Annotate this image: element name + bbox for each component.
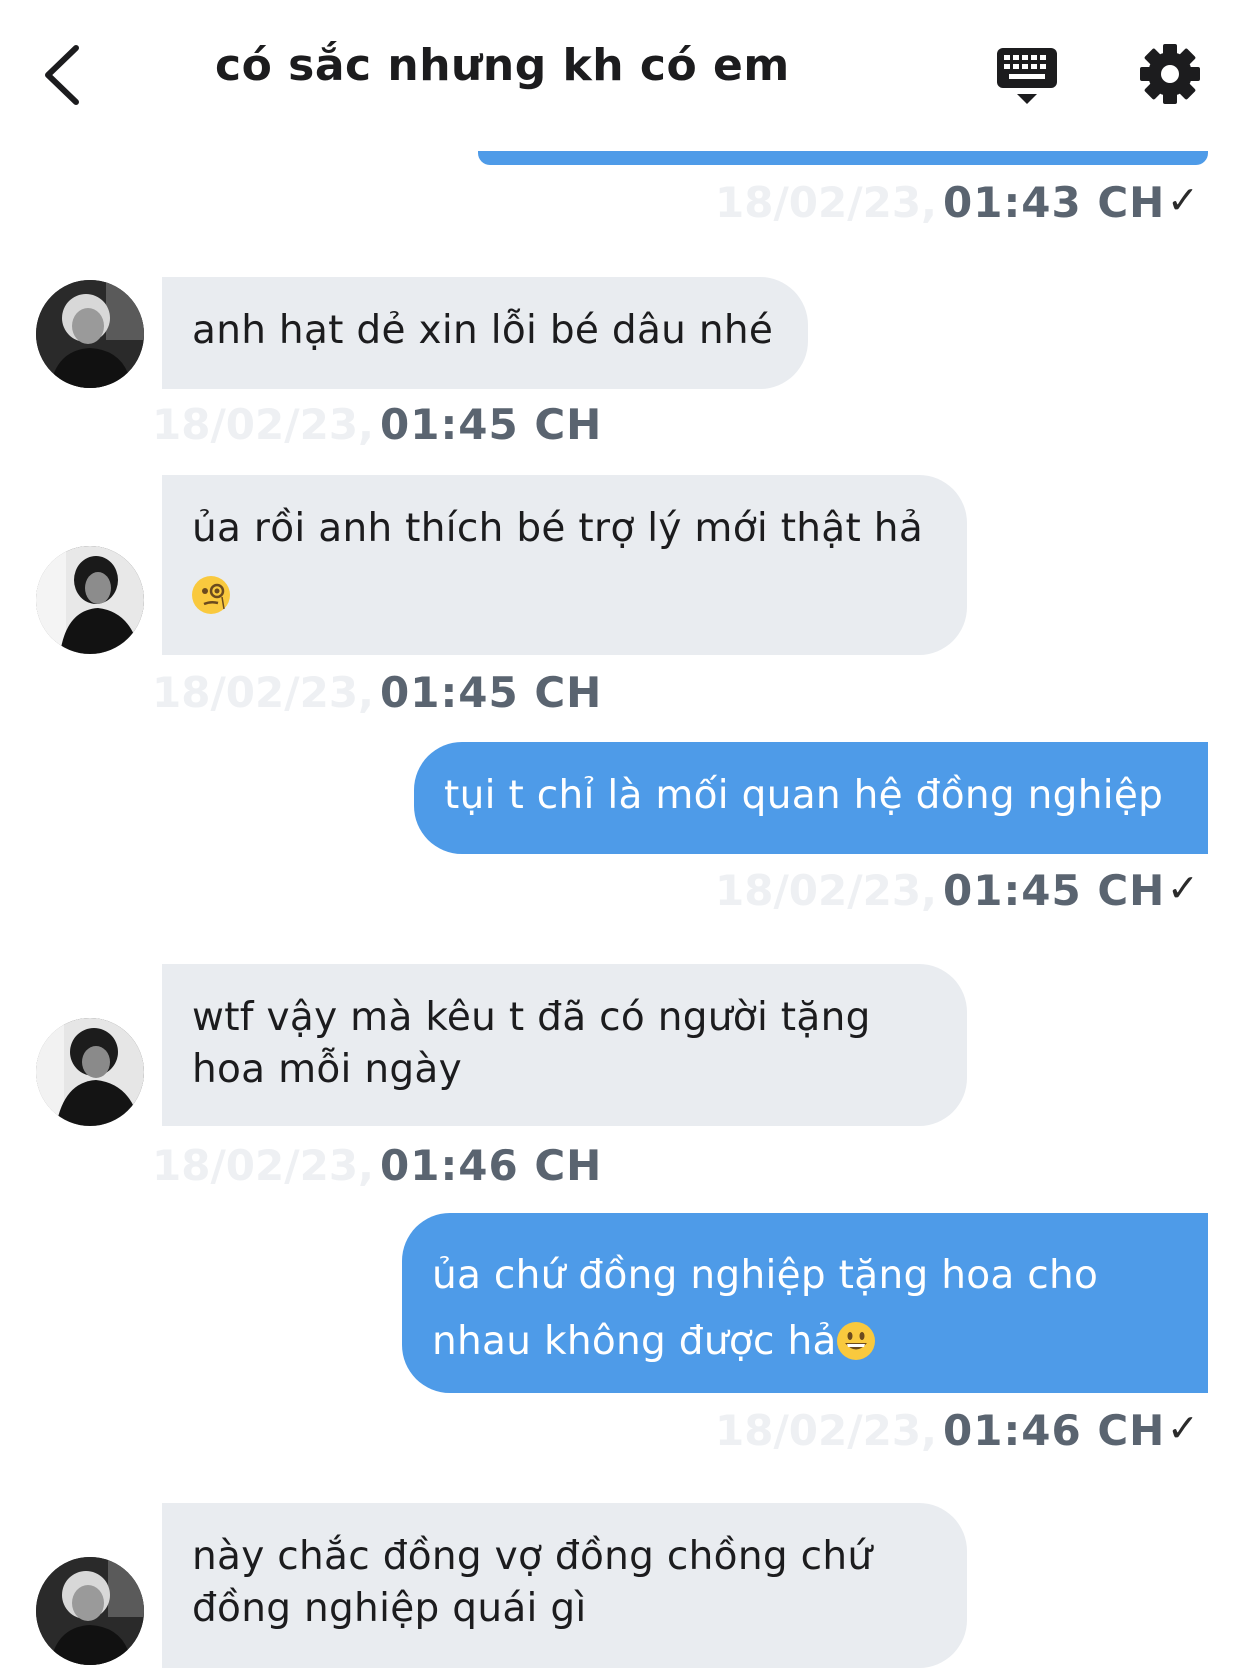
message-text: này chắc đồng vợ đồng chồng chứ	[192, 1534, 873, 1579]
message-time: 01:46 CH	[943, 1406, 1166, 1455]
avatar[interactable]	[36, 280, 144, 388]
outgoing-message-bubble[interactable]: ủa chứ đồng nghiệp tặng hoa cho nhau khô…	[402, 1213, 1208, 1393]
read-check-icon: ✓	[1167, 1406, 1199, 1450]
chat-header: có sắc nhưng kh có em	[0, 0, 1242, 150]
message-meta: 18/02/23, 01:43 CH ✓	[715, 178, 1199, 228]
message-date: 18/02/23,	[715, 178, 937, 227]
message-meta: 18/02/23, 01:45 CH ✓	[715, 866, 1199, 916]
message-date: 18/02/23,	[152, 668, 374, 717]
message-date: 18/02/23,	[152, 400, 374, 449]
message-text: nhau không được hả	[432, 1319, 837, 1364]
previous-message-bubble[interactable]	[478, 151, 1208, 165]
outgoing-message-bubble[interactable]: tụi t chỉ là mối quan hệ đồng nghiệp	[414, 742, 1208, 854]
incoming-message-bubble[interactable]: ủa rồi anh thích bé trợ lý mới thật hả	[162, 475, 967, 655]
incoming-message-bubble[interactable]: anh hạt dẻ xin lỗi bé dâu nhé	[162, 277, 808, 389]
avatar[interactable]	[36, 1018, 144, 1126]
keyboard-icon[interactable]	[995, 44, 1059, 108]
incoming-message-bubble[interactable]: này chắc đồng vợ đồng chồng chứ đồng ngh…	[162, 1503, 967, 1668]
gear-icon[interactable]	[1138, 42, 1202, 106]
read-check-icon: ✓	[1167, 178, 1199, 222]
message-date: 18/02/23,	[715, 1406, 937, 1455]
message-meta: 18/02/23, 01:45 CH	[152, 400, 603, 450]
message-time: 01:45 CH	[380, 400, 603, 449]
message-text: ủa rồi anh thích bé trợ lý mới thật hả	[192, 506, 924, 551]
message-date: 18/02/23,	[715, 866, 937, 915]
message-meta: 18/02/23, 01:46 CH	[152, 1141, 603, 1191]
message-time: 01:46 CH	[380, 1141, 603, 1190]
avatar[interactable]	[36, 1557, 144, 1665]
message-text: tụi t chỉ là mối quan hệ đồng nghiệp	[444, 773, 1164, 818]
read-check-icon: ✓	[1167, 866, 1199, 910]
back-arrow-icon[interactable]	[40, 40, 90, 110]
message-time: 01:45 CH	[380, 668, 603, 717]
grinning-face-icon	[836, 1322, 875, 1360]
message-text: đồng nghiệp quái gì	[192, 1586, 587, 1631]
face-with-monocle-icon	[192, 575, 230, 614]
message-time: 01:43 CH	[943, 178, 1166, 227]
message-meta: 18/02/23, 01:45 CH	[152, 668, 603, 718]
message-text: anh hạt dẻ xin lỗi bé dâu nhé	[192, 308, 774, 353]
avatar[interactable]	[36, 546, 144, 654]
message-meta: 18/02/23, 01:46 CH ✓	[715, 1406, 1199, 1456]
message-text: hoa mỗi ngày	[192, 1047, 463, 1092]
message-text: wtf vậy mà kêu t đã có người tặng	[192, 995, 871, 1040]
message-date: 18/02/23,	[152, 1141, 374, 1190]
message-time: 01:45 CH	[943, 866, 1166, 915]
incoming-message-bubble[interactable]: wtf vậy mà kêu t đã có người tặng hoa mỗ…	[162, 964, 967, 1126]
message-text: ủa chứ đồng nghiệp tặng hoa cho	[432, 1253, 1099, 1298]
chat-title: có sắc nhưng kh có em	[215, 40, 790, 91]
